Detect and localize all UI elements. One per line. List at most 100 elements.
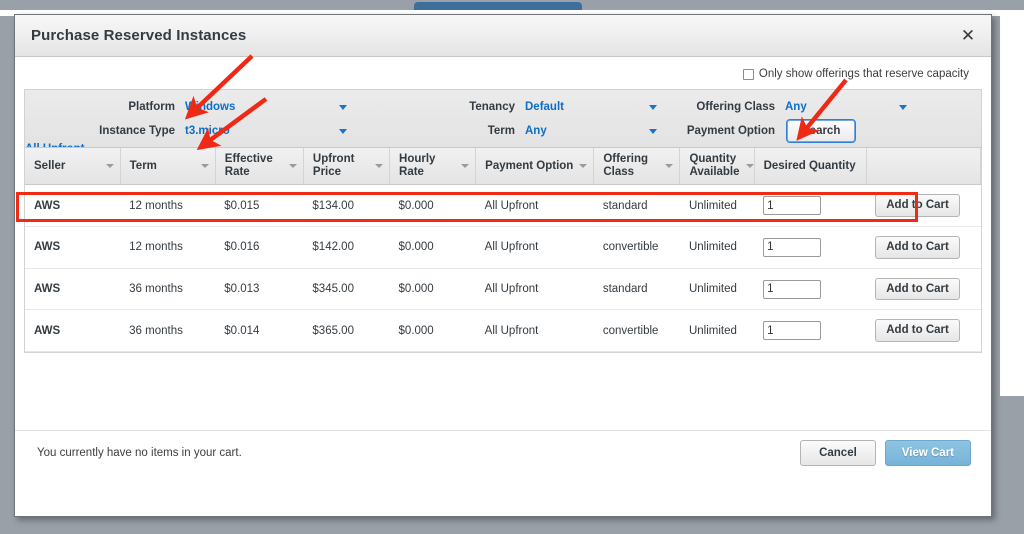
platform-value: Windows [185,101,235,113]
purchase-reserved-instances-dialog: Purchase Reserved Instances ✕ Only show … [14,14,992,517]
cell-quantity-available: Unlimited [680,268,754,310]
cell-upfront-price: $134.00 [303,185,389,227]
chevron-down-icon [649,129,657,134]
desired-quantity-input[interactable] [763,280,821,299]
tenancy-value: Default [525,101,564,113]
offerings-table-container: Seller Term Effective Rate Upfront Price… [24,147,982,353]
cell-term: 12 months [120,185,215,227]
reserve-capacity-label: Only show offerings that reserve capacit… [759,68,969,80]
sort-caret-icon [461,164,469,168]
cell-desired-quantity [754,185,866,227]
term-dropdown[interactable]: Any [525,125,675,137]
tenancy-label: Tenancy [365,101,525,113]
chevron-down-icon [339,129,347,134]
cell-payment-option: All Upfront [476,310,594,352]
column-header-effective-rate[interactable]: Effective Rate [215,148,303,185]
cell-offering-class: convertible [594,227,680,269]
payment-option-label: Payment Option [675,125,785,137]
sort-caret-icon [375,164,383,168]
close-icon[interactable]: ✕ [957,25,979,47]
cell-hourly-rate: $0.000 [390,185,476,227]
desired-quantity-input[interactable] [763,238,821,257]
table-row[interactable]: AWS 36 months $0.014 $365.00 $0.000 All … [25,310,981,352]
term-value: Any [525,125,547,137]
offering-class-value: Any [785,101,807,113]
dialog-title: Purchase Reserved Instances [31,27,246,44]
instance-type-value: t3.micro [185,125,230,137]
chevron-down-icon [899,105,907,110]
cancel-button[interactable]: Cancel [800,440,876,466]
cell-term: 36 months [120,310,215,352]
chevron-down-icon [649,105,657,110]
instance-type-dropdown[interactable]: t3.micro [185,125,365,137]
reserve-capacity-row: Only show offerings that reserve capacit… [15,57,991,89]
chevron-down-icon [339,105,347,110]
view-cart-button[interactable]: View Cart [885,440,971,466]
checkbox-icon[interactable] [743,69,754,80]
column-header-seller[interactable]: Seller [25,148,120,185]
cell-payment-option: All Upfront [476,227,594,269]
desired-quantity-input[interactable] [763,196,821,215]
cell-action: Add to Cart [866,227,980,269]
cell-term: 12 months [120,227,215,269]
cell-offering-class: convertible [594,310,680,352]
table-row[interactable]: AWS 12 months $0.016 $142.00 $0.000 All … [25,227,981,269]
column-header-payment-option[interactable]: Payment Option [476,148,594,185]
offering-class-label: Offering Class [675,101,785,113]
cell-action: Add to Cart [866,310,980,352]
cart-status-message: You currently have no items in your cart… [37,447,242,459]
platform-dropdown[interactable]: Windows [185,101,365,113]
column-header-upfront-price[interactable]: Upfront Price [303,148,389,185]
column-header-hourly-rate[interactable]: Hourly Rate [390,148,476,185]
cell-effective-rate: $0.014 [215,310,303,352]
cell-effective-rate: $0.016 [215,227,303,269]
sort-caret-icon [201,164,209,168]
cell-effective-rate: $0.013 [215,268,303,310]
offerings-table-body: AWS 12 months $0.015 $134.00 $0.000 All … [25,185,981,352]
cell-upfront-price: $142.00 [303,227,389,269]
reserve-capacity-checkbox[interactable]: Only show offerings that reserve capacit… [743,68,969,80]
table-row[interactable]: AWS 36 months $0.013 $345.00 $0.000 All … [25,268,981,310]
background-bottom-overlay [0,516,1024,534]
dialog-header: Purchase Reserved Instances ✕ [15,15,991,57]
dialog-footer: You currently have no items in your cart… [15,430,991,474]
column-header-quantity-available[interactable]: Quantity Available [680,148,754,185]
sort-caret-icon [746,164,754,168]
cell-payment-option: All Upfront [476,185,594,227]
cell-hourly-rate: $0.000 [390,268,476,310]
cell-offering-class: standard [594,268,680,310]
offering-class-dropdown[interactable]: Any [785,101,925,113]
cell-seller: AWS [25,310,120,352]
table-row[interactable]: AWS 12 months $0.015 $134.00 $0.000 All … [25,185,981,227]
cell-action: Add to Cart [866,185,980,227]
column-header-desired-quantity[interactable]: Desired Quantity [754,148,866,185]
add-to-cart-button[interactable]: Add to Cart [875,194,960,217]
cell-seller: AWS [25,227,120,269]
desired-quantity-input[interactable] [763,321,821,340]
tenancy-dropdown[interactable]: Default [525,101,675,113]
cell-hourly-rate: $0.000 [390,310,476,352]
dialog-body: Only show offerings that reserve capacit… [15,57,991,474]
add-to-cart-button[interactable]: Add to Cart [875,278,960,301]
add-to-cart-button[interactable]: Add to Cart [875,236,960,259]
cell-seller: AWS [25,268,120,310]
sort-caret-icon [289,164,297,168]
column-header-offering-class[interactable]: Offering Class [594,148,680,185]
cell-action: Add to Cart [866,268,980,310]
search-button[interactable]: Search [787,120,855,143]
sort-caret-icon [579,164,587,168]
filter-panel: Platform Windows Tenancy Default Offerin… [24,89,982,147]
cell-quantity-available: Unlimited [680,310,754,352]
add-to-cart-button[interactable]: Add to Cart [875,319,960,342]
column-header-term[interactable]: Term [120,148,215,185]
cell-quantity-available: Unlimited [680,185,754,227]
cell-offering-class: standard [594,185,680,227]
cell-desired-quantity [754,310,866,352]
platform-label: Platform [25,101,185,113]
instance-type-label: Instance Type [25,125,185,137]
sort-caret-icon [665,164,673,168]
cell-desired-quantity [754,227,866,269]
cell-hourly-rate: $0.000 [390,227,476,269]
offerings-table: Seller Term Effective Rate Upfront Price… [25,148,981,352]
table-header-row: Seller Term Effective Rate Upfront Price… [25,148,981,185]
